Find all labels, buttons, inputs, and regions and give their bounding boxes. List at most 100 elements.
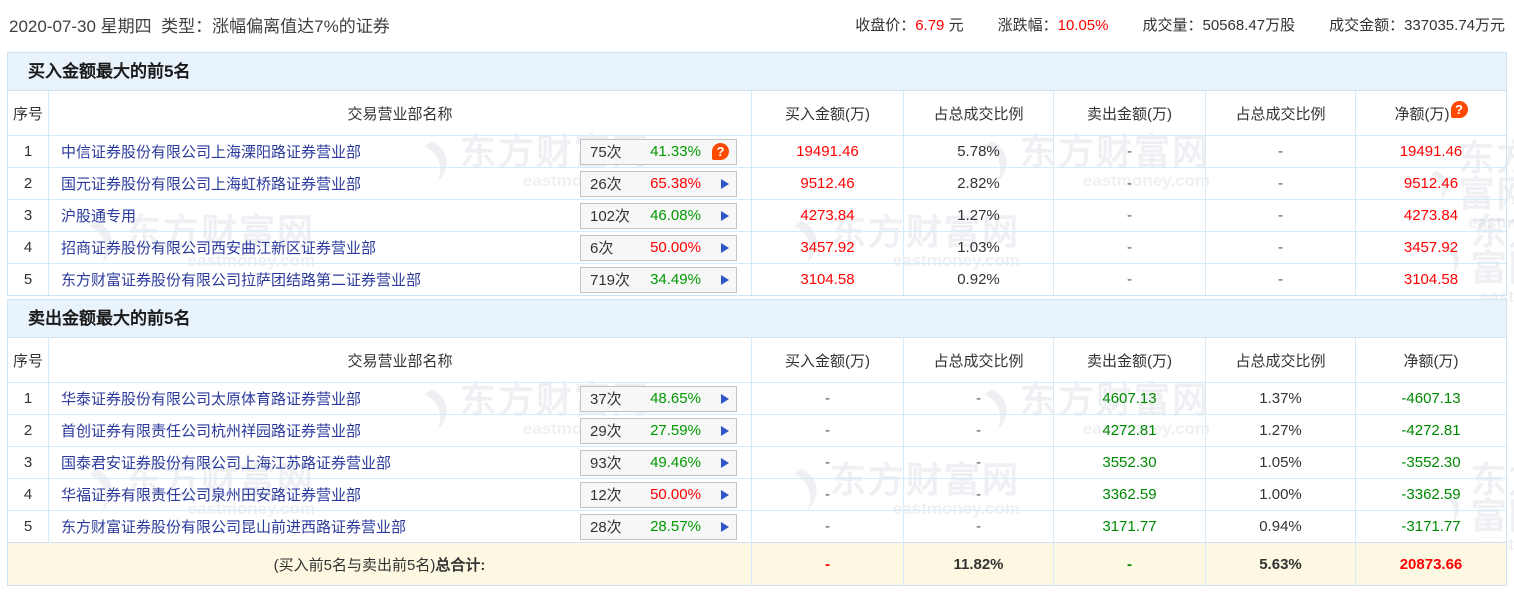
branch-stats-badge[interactable]: 37次 48.65% <box>580 386 737 412</box>
col-header-buy: 买入金额(万) <box>751 91 903 135</box>
badge-win-rate: 50.00% <box>642 239 709 256</box>
sell-amount: - <box>1053 231 1205 263</box>
sell-ratio: - <box>1205 231 1355 263</box>
sell-amount: 3552.30 <box>1053 446 1205 478</box>
net-amount: 3457.92 <box>1355 231 1506 263</box>
summary-sell-ratio: 5.63% <box>1205 542 1355 585</box>
badge-times: 6次 <box>590 237 642 258</box>
branch-link[interactable]: 国元证券股份有限公司上海虹桥路证券营业部 <box>61 173 361 194</box>
col-header-no: 序号 <box>8 91 48 135</box>
row-index: 3 <box>8 446 48 478</box>
buy-amount: 3457.92 <box>751 231 903 263</box>
badge-win-rate: 46.08% <box>642 207 709 224</box>
badge-times: 26次 <box>590 173 642 194</box>
col-header-net: 净额(万) <box>1355 338 1506 382</box>
net-amount: 4273.84 <box>1355 199 1506 231</box>
summary-label: (买入前5名与卖出前5名)总合计: <box>8 542 751 585</box>
row-index: 1 <box>8 135 48 167</box>
sell-section-title: 卖出金额最大的前5名 <box>7 299 1507 337</box>
question-icon[interactable] <box>709 143 729 160</box>
branch-stats-badge[interactable]: 6次 50.00% <box>580 235 737 261</box>
badge-win-rate: 41.33% <box>642 143 709 160</box>
play-arrow-icon[interactable] <box>709 275 729 285</box>
branch-stats-badge[interactable]: 26次 65.38% <box>580 171 737 197</box>
sell-amount: 3362.59 <box>1053 478 1205 510</box>
buy-amount: - <box>751 478 903 510</box>
sell-ratio: 0.94% <box>1205 510 1355 542</box>
net-amount: -4607.13 <box>1355 382 1506 414</box>
branch-stats-badge[interactable]: 28次 28.57% <box>580 514 737 540</box>
branch-link[interactable]: 招商证券股份有限公司西安曲江新区证券营业部 <box>61 237 376 258</box>
summary-buy-amount: - <box>751 542 903 585</box>
branch-link[interactable]: 首创证券有限责任公司杭州祥园路证券营业部 <box>61 420 361 441</box>
table-row: 1 华泰证券股份有限公司太原体育路证券营业部 37次 48.65% - - 46… <box>8 382 1506 414</box>
branch-stats-badge[interactable]: 719次 34.49% <box>580 267 737 293</box>
buy-amount: 9512.46 <box>751 167 903 199</box>
branch-link[interactable]: 华泰证券股份有限公司太原体育路证券营业部 <box>61 388 361 409</box>
sell-table: 序号 交易营业部名称 买入金额(万) 占总成交比例 卖出金额(万) 占总成交比例… <box>7 337 1507 586</box>
col-header-sell: 卖出金额(万) <box>1053 91 1205 135</box>
sell-ratio: - <box>1205 167 1355 199</box>
buy-ratio: - <box>903 478 1053 510</box>
stock-stats: 收盘价：6.79 元 涨跌幅：10.05% 成交量：50568.47万股 成交金… <box>855 14 1505 35</box>
lhb-detail-page: 东方财富网eastmoney.com 东方财富网eastmoney.com 东方… <box>0 0 1514 596</box>
buy-ratio: 1.27% <box>903 199 1053 231</box>
net-amount: 3104.58 <box>1355 263 1506 295</box>
play-arrow-icon[interactable] <box>709 522 729 532</box>
page-title: 2020-07-30 星期四 类型：涨幅偏离值达7%的证券 <box>9 12 390 37</box>
buy-ratio: - <box>903 446 1053 478</box>
row-index: 3 <box>8 199 48 231</box>
table-row: 5 东方财富证券股份有限公司拉萨团结路第二证券营业部 719次 34.49% 3… <box>8 263 1506 295</box>
badge-win-rate: 48.65% <box>642 390 709 407</box>
sell-amount: 4272.81 <box>1053 414 1205 446</box>
badge-win-rate: 28.57% <box>642 518 709 535</box>
branch-link[interactable]: 华福证券有限责任公司泉州田安路证券营业部 <box>61 484 361 505</box>
table-row: 4 华福证券有限责任公司泉州田安路证券营业部 12次 50.00% - - 33… <box>8 478 1506 510</box>
row-index: 4 <box>8 231 48 263</box>
turnover-stat: 成交金额：337035.74万元 <box>1329 14 1505 35</box>
play-arrow-icon[interactable] <box>709 243 729 253</box>
badge-win-rate: 34.49% <box>642 271 709 288</box>
play-arrow-icon[interactable] <box>709 394 729 404</box>
summary-row: (买入前5名与卖出前5名)总合计: - 11.82% - 5.63% 20873… <box>8 542 1506 585</box>
branch-stats-badge[interactable]: 12次 50.00% <box>580 482 737 508</box>
table-row: 3 沪股通专用 102次 46.08% 4273.84 1.27% - - 42… <box>8 199 1506 231</box>
col-header-buy-ratio: 占总成交比例 <box>903 91 1053 135</box>
help-icon[interactable]: ? <box>1451 101 1468 118</box>
buy-ratio: - <box>903 414 1053 446</box>
table-row: 5 东方财富证券股份有限公司昆山前进西路证券营业部 28次 28.57% - -… <box>8 510 1506 542</box>
change-percent-stat: 涨跌幅：10.05% <box>998 14 1109 35</box>
branch-stats-badge[interactable]: 75次 41.33% <box>580 139 737 165</box>
col-header-buy-ratio: 占总成交比例 <box>903 338 1053 382</box>
play-arrow-icon[interactable] <box>709 490 729 500</box>
branch-link[interactable]: 东方财富证券股份有限公司昆山前进西路证券营业部 <box>61 516 406 537</box>
buy-ratio: 1.03% <box>903 231 1053 263</box>
buy-ratio: 0.92% <box>903 263 1053 295</box>
net-amount: -4272.81 <box>1355 414 1506 446</box>
col-header-buy: 买入金额(万) <box>751 338 903 382</box>
branch-link[interactable]: 中信证券股份有限公司上海溧阳路证券营业部 <box>61 141 361 162</box>
branch-stats-badge[interactable]: 93次 49.46% <box>580 450 737 476</box>
buy-ratio: 2.82% <box>903 167 1053 199</box>
row-index: 4 <box>8 478 48 510</box>
col-header-net: 净额(万)? <box>1355 91 1506 135</box>
net-amount: 9512.46 <box>1355 167 1506 199</box>
buy-table-header: 序号 交易营业部名称 买入金额(万) 占总成交比例 卖出金额(万) 占总成交比例… <box>8 91 1506 135</box>
sell-ratio: - <box>1205 199 1355 231</box>
play-arrow-icon[interactable] <box>709 211 729 221</box>
sell-ratio: - <box>1205 135 1355 167</box>
branch-stats-badge[interactable]: 102次 46.08% <box>580 203 737 229</box>
branch-link[interactable]: 东方财富证券股份有限公司拉萨团结路第二证券营业部 <box>61 269 421 290</box>
row-index: 5 <box>8 263 48 295</box>
play-arrow-icon[interactable] <box>709 179 729 189</box>
branch-stats-badge[interactable]: 29次 27.59% <box>580 418 737 444</box>
buy-amount: - <box>751 510 903 542</box>
play-arrow-icon[interactable] <box>709 426 729 436</box>
net-amount: -3362.59 <box>1355 478 1506 510</box>
buy-section-title: 买入金额最大的前5名 <box>7 52 1507 90</box>
branch-link[interactable]: 沪股通专用 <box>61 205 136 226</box>
play-arrow-icon[interactable] <box>709 458 729 468</box>
col-header-no: 序号 <box>8 338 48 382</box>
buy-ratio: 5.78% <box>903 135 1053 167</box>
branch-link[interactable]: 国泰君安证券股份有限公司上海江苏路证券营业部 <box>61 452 391 473</box>
